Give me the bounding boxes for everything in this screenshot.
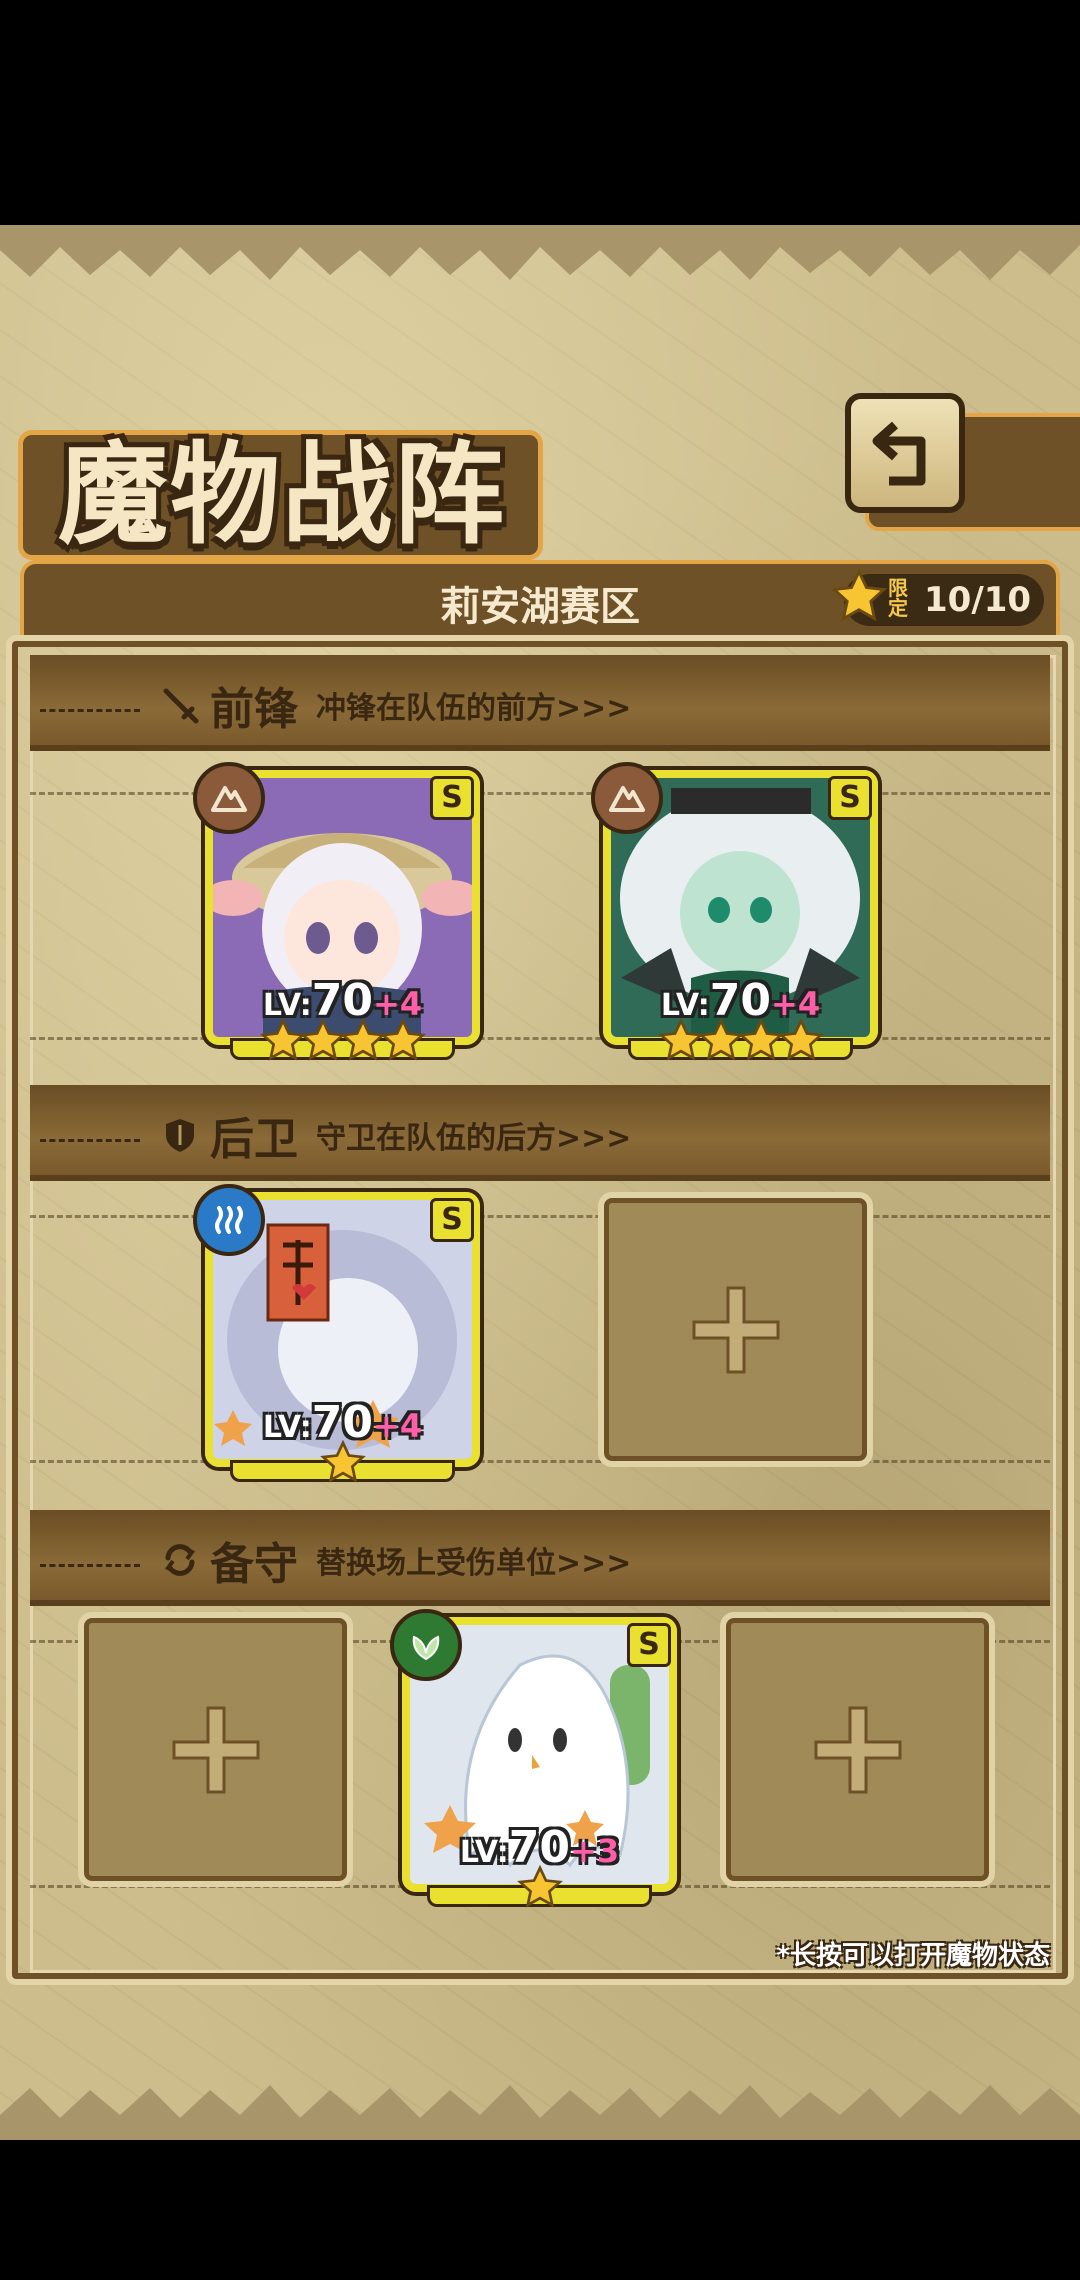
rank-badge: S [430, 776, 474, 820]
star-rating [205, 1439, 480, 1490]
sword-icon [163, 688, 199, 724]
element-nature-badge [390, 1609, 462, 1681]
section-reserve-title: 备守 [210, 1539, 298, 1590]
element-earth-badge [591, 762, 663, 834]
section-reserve-subtitle: 替换场上受伤单位>>> [316, 1546, 632, 1581]
limit-counter: 限定 10/10 [830, 568, 1044, 626]
monster-card-front-2[interactable]: S LV:70+4 [591, 762, 878, 1061]
back-button[interactable] [845, 393, 965, 513]
section-front-header: 前锋 冲锋在队伍的前方>>> [30, 655, 1050, 751]
star-icon [299, 1017, 346, 1068]
rank-badge: S [627, 1623, 671, 1667]
torn-edge-bottom [0, 2085, 1080, 2140]
long-press-hint: *长按可以打开魔物状态 [776, 1941, 1050, 1971]
title-plate: 魔物战阵 [18, 395, 543, 570]
monster-card-reserve-2[interactable]: S LV:70+3 [390, 1609, 677, 1908]
empty-slot-reserve-1[interactable] [78, 1612, 353, 1887]
star-rating [603, 1017, 878, 1068]
limit-label: 限定 [888, 576, 908, 620]
rank-badge: S [828, 776, 872, 820]
star-icon [777, 1017, 824, 1068]
star-rating [402, 1864, 677, 1915]
monster-card-rear-1[interactable]: S LV:70+4 [193, 1184, 480, 1483]
monster-card-front-1[interactable]: S LV:70+4 [193, 762, 480, 1061]
game-screen: 魔物战阵 莉安湖赛区 限定 10/10 前锋 冲锋在队伍的前方>>> S LV:… [0, 225, 1080, 2140]
section-reserve-header: 备守 替换场上受伤单位>>> [30, 1510, 1050, 1606]
star-icon [657, 1017, 704, 1068]
plus-icon [814, 1706, 901, 1793]
rank-badge: S [430, 1198, 474, 1242]
star-icon [737, 1017, 784, 1068]
back-area [845, 393, 1080, 531]
leaf-icon [412, 1635, 440, 1661]
torn-edge-top [0, 225, 1080, 280]
section-front-subtitle: 冲锋在队伍的前方>>> [316, 691, 632, 726]
plus-icon [692, 1286, 779, 1373]
star-icon [516, 1864, 563, 1915]
star-icon [259, 1017, 306, 1068]
swap-icon [165, 1544, 195, 1576]
empty-slot-reserve-3[interactable] [720, 1612, 995, 1887]
star-icon [830, 568, 888, 622]
mountain-icon [609, 786, 645, 812]
limit-value: 10/10 [924, 580, 1032, 620]
star-icon [319, 1439, 366, 1490]
waves-icon [215, 1206, 243, 1234]
section-front-title: 前锋 [210, 684, 298, 735]
shield-icon [166, 1119, 194, 1152]
empty-slot-rear-2[interactable] [598, 1192, 873, 1467]
star-icon [697, 1017, 744, 1068]
back-arrow-icon [872, 421, 926, 486]
region-bar: 莉安湖赛区 限定 10/10 [20, 560, 1060, 640]
star-icon [379, 1017, 426, 1068]
plus-icon [172, 1706, 259, 1793]
page-title: 魔物战阵 [58, 430, 506, 559]
section-rear-subtitle: 守卫在队伍的后方>>> [316, 1121, 632, 1156]
section-rear-title: 后卫 [210, 1114, 298, 1165]
star-icon [339, 1017, 386, 1068]
mountain-icon [211, 786, 247, 812]
section-rear-header: 后卫 守卫在队伍的后方>>> [30, 1085, 1050, 1181]
element-earth-badge [193, 762, 265, 834]
star-rating [205, 1017, 480, 1068]
element-water-badge [193, 1184, 265, 1256]
